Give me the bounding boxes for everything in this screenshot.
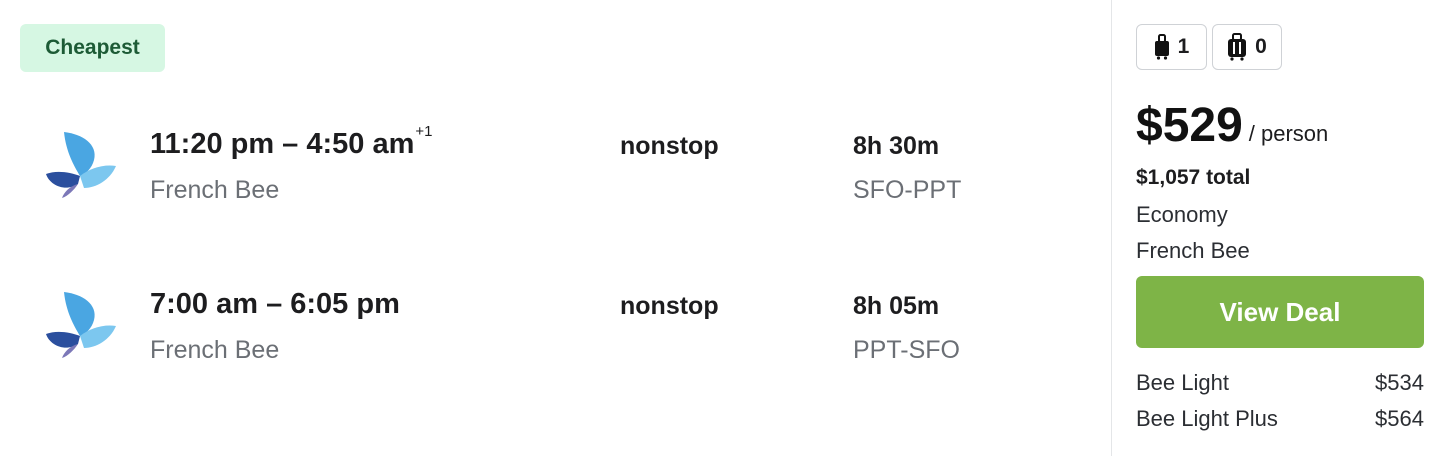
price-unit: / person: [1248, 121, 1329, 146]
view-deal-button[interactable]: View Deal: [1136, 276, 1424, 348]
fare-option-row[interactable]: Bee Light Plus $564: [1136, 406, 1424, 432]
flight-route: SFO-PPT: [853, 176, 962, 204]
fare-price: $534: [1375, 370, 1424, 395]
flight-result-card[interactable]: Cheapest 11:20 pm – 4:50 am+1 French Bee…: [0, 0, 1446, 456]
cabin-class: Economy: [1136, 202, 1228, 227]
flight-duration: 8h 30m: [853, 132, 940, 160]
flight-times: 11:20 pm – 4:50 am+1: [150, 123, 433, 161]
carry-on-count: 1: [1177, 35, 1190, 58]
french-bee-logo: [46, 292, 116, 358]
french-bee-logo: [46, 132, 116, 198]
fare-name: Bee Light: [1136, 370, 1229, 395]
airline-name: French Bee: [150, 336, 280, 364]
airline-name: French Bee: [150, 176, 280, 204]
itinerary-section[interactable]: Cheapest 11:20 pm – 4:50 am+1 French Bee…: [0, 0, 1111, 456]
provider-name: French Bee: [1136, 238, 1250, 263]
stops-label: nonstop: [620, 292, 719, 320]
checked-bag-count: 0: [1255, 35, 1267, 58]
flight-route: PPT-SFO: [853, 336, 960, 364]
departure-arrival-times: 7:00 am – 6:05 pm: [150, 288, 400, 320]
checked-bag-icon: [1228, 33, 1247, 61]
day-offset: +1: [415, 123, 433, 141]
fare-name: Bee Light Plus: [1136, 406, 1278, 431]
flight-leg-outbound[interactable]: 11:20 pm – 4:50 am+1 French Bee nonstop …: [0, 118, 1111, 238]
price-per-person: $529/ person: [1136, 98, 1328, 153]
flight-times: 7:00 am – 6:05 pm: [150, 288, 400, 321]
price-total: $1,057 total: [1136, 166, 1251, 189]
checked-bag-button[interactable]: 0: [1212, 24, 1282, 70]
fare-option-row[interactable]: Bee Light $534: [1136, 370, 1424, 396]
fare-price: $564: [1375, 406, 1424, 431]
flight-leg-return[interactable]: 7:00 am – 6:05 pm French Bee nonstop 8h …: [0, 278, 1111, 398]
carry-on-bag-icon: [1154, 34, 1169, 60]
stops-label: nonstop: [620, 132, 719, 160]
flight-duration: 8h 05m: [853, 292, 940, 320]
cheapest-badge: Cheapest: [20, 24, 165, 72]
price-amount: $529: [1136, 99, 1243, 152]
price-panel: 1 0 $529/ person $1,057 total Economy Fr…: [1112, 0, 1446, 456]
departure-arrival-times: 11:20 pm – 4:50 am: [150, 128, 415, 160]
carry-on-bag-button[interactable]: 1: [1136, 24, 1207, 70]
